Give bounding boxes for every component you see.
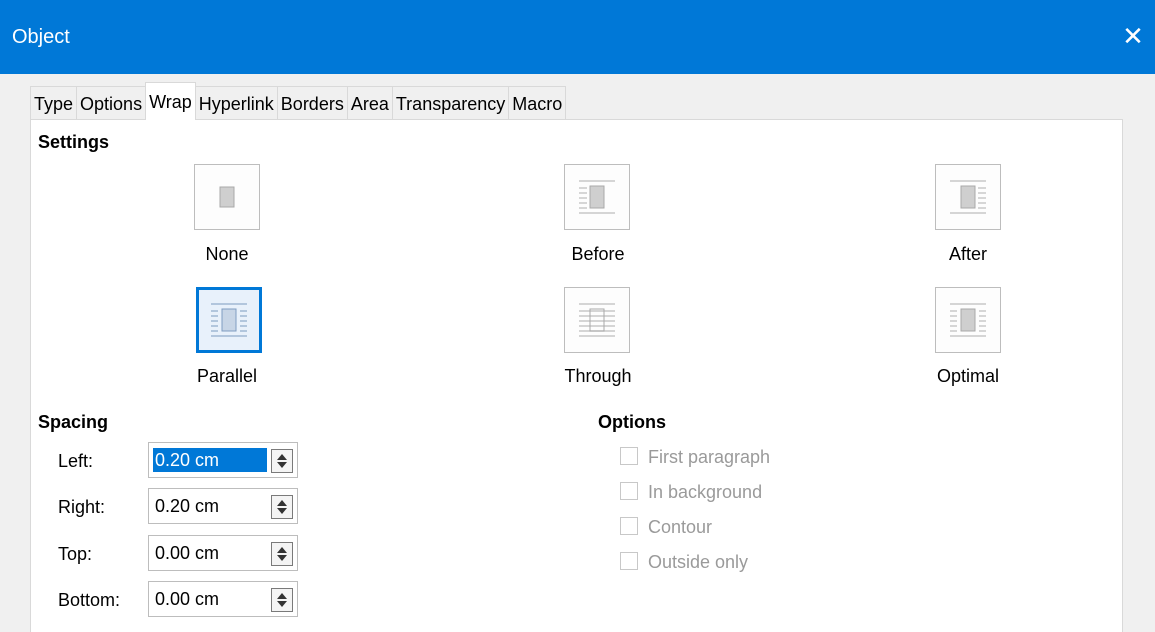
tab-hyperlink[interactable]: Hyperlink [194, 86, 278, 120]
wrap-parallel-label: Parallel [196, 366, 258, 386]
tab-type[interactable]: Type [30, 86, 78, 120]
options-heading: Options [598, 412, 666, 432]
tab-bar: Type Options Wrap Hyperlink Borders Area… [30, 82, 567, 120]
wrap-after-button[interactable] [935, 164, 1001, 230]
spacing-left-label: Left: [58, 451, 94, 471]
wrap-before-button[interactable] [564, 164, 630, 230]
wrap-none-label: None [205, 244, 249, 264]
spacing-left-input[interactable] [153, 448, 267, 472]
wrap-after-icon [950, 180, 986, 214]
tab-borders[interactable]: Borders [276, 86, 348, 120]
spacing-right-stepper [148, 488, 298, 524]
in-background-checkbox[interactable]: In background [620, 482, 762, 503]
in-background-label: In background [648, 482, 763, 502]
spacing-top-label: Top: [58, 544, 93, 564]
spacing-heading: Spacing [38, 412, 109, 432]
checkbox-box [620, 552, 638, 570]
spacing-bottom-label: Bottom: [58, 590, 121, 610]
checkbox-box [620, 482, 638, 500]
spacing-top-input[interactable] [153, 541, 267, 565]
window-title: Object [12, 26, 70, 48]
first-paragraph-checkbox[interactable]: First paragraph [620, 447, 770, 468]
spacing-bottom-spin-arrows[interactable] [271, 588, 293, 612]
spacing-top-spin-arrows[interactable] [271, 542, 293, 566]
tab-wrap[interactable]: Wrap [145, 82, 196, 120]
wrap-before-icon [579, 180, 615, 214]
wrap-none-button[interactable] [194, 164, 260, 230]
wrap-parallel-icon [211, 303, 247, 337]
wrap-through-button[interactable] [564, 287, 630, 353]
spacing-top-stepper [148, 535, 298, 571]
wrap-through-icon [579, 303, 615, 337]
spacing-right-input[interactable] [153, 494, 267, 518]
spacing-bottom-stepper [148, 581, 298, 617]
wrap-optimal-icon [950, 303, 986, 337]
tab-transparency[interactable]: Transparency [391, 86, 510, 120]
wrap-after-label: After [948, 244, 987, 264]
checkbox-box [620, 517, 638, 535]
spacing-right-label: Right: [58, 497, 106, 517]
wrap-optimal-button[interactable] [935, 287, 1001, 353]
outside-only-checkbox[interactable]: Outside only [620, 552, 748, 573]
settings-heading: Settings [38, 132, 110, 152]
wrap-optimal-label: Optimal [936, 366, 999, 386]
tab-macro[interactable]: Macro [508, 86, 567, 120]
title-bar: Object ✕ [0, 0, 1155, 74]
spacing-left-stepper [148, 442, 298, 478]
contour-label: Contour [648, 517, 713, 537]
wrap-before-label: Before [571, 244, 625, 264]
tab-options[interactable]: Options [76, 86, 147, 120]
wrap-through-label: Through [564, 366, 632, 386]
outside-only-label: Outside only [648, 552, 749, 572]
spacing-left-spin-arrows[interactable] [271, 449, 293, 473]
tab-area[interactable]: Area [346, 86, 393, 120]
contour-checkbox[interactable]: Contour [620, 517, 712, 538]
close-icon[interactable]: ✕ [1111, 14, 1155, 58]
spacing-right-spin-arrows[interactable] [271, 495, 293, 519]
wrap-none-icon [219, 186, 235, 208]
wrap-parallel-button[interactable] [196, 287, 262, 353]
first-paragraph-label: First paragraph [648, 447, 771, 467]
spacing-bottom-input[interactable] [153, 587, 267, 611]
checkbox-box [620, 447, 638, 465]
